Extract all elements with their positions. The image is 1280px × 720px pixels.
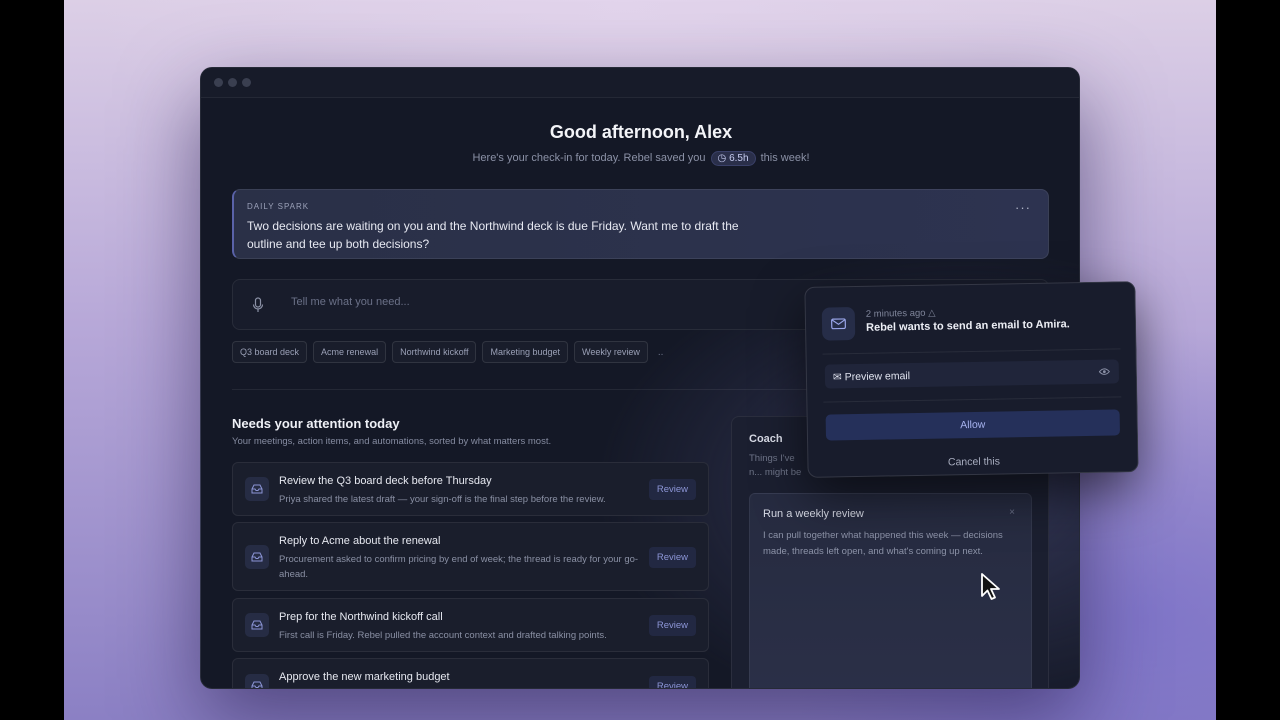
- saved-time-badge: ◷ 6.5h: [710, 151, 756, 166]
- notification-time: 2 minutes ago △: [866, 308, 936, 320]
- preview-email-row[interactable]: ✉ Preview email: [824, 359, 1120, 389]
- task-title: Prep for the Northwind kickoff call: [279, 611, 443, 623]
- review-button[interactable]: Review: [648, 479, 696, 500]
- mouse-cursor-icon: [981, 573, 1000, 600]
- inbox-icon: [245, 477, 269, 501]
- task-title: Reply to Acme about the renewal: [279, 535, 441, 547]
- letterbox-right: [1216, 0, 1280, 720]
- more-options-icon[interactable]: ···: [1015, 200, 1031, 215]
- mail-small-icon: ✉: [832, 371, 842, 384]
- chip-weekly-review[interactable]: Weekly review: [574, 341, 648, 363]
- review-button[interactable]: Review: [648, 547, 696, 568]
- checkin-subline: Here's your check-in for today. Rebel sa…: [201, 151, 1079, 166]
- inbox-icon: [245, 545, 269, 569]
- chip-northwind-kickoff[interactable]: Northwind kickoff: [392, 341, 477, 363]
- attention-title: Needs your attention today: [232, 416, 400, 431]
- task-item[interactable]: Reply to Acme about the renewal Procurem…: [232, 522, 709, 591]
- timer-icon: ◷: [717, 153, 727, 164]
- chip-marketing-budget[interactable]: Marketing budget: [482, 341, 568, 363]
- allow-button[interactable]: Allow: [825, 409, 1120, 441]
- cancel-button[interactable]: Cancel this: [808, 453, 1139, 471]
- task-item[interactable]: Review the Q3 board deck before Thursday…: [232, 462, 709, 516]
- coach-title: Coach: [749, 433, 783, 445]
- title-bar: [201, 68, 1079, 98]
- task-title: Approve the new marketing budget: [279, 671, 450, 683]
- coach-subtitle: Things I've n... might be wor...: [749, 453, 802, 482]
- preview-email-label: ✉ Preview email: [833, 370, 910, 383]
- review-button[interactable]: Review: [648, 676, 696, 688]
- attention-subtitle: Your meetings, action items, and automat…: [232, 436, 552, 447]
- subline-prefix: Here's your check-in for today. Rebel sa…: [472, 152, 706, 164]
- saved-time-value: 6.5h: [729, 153, 749, 164]
- notification-divider: [823, 396, 1122, 403]
- notification-divider: [822, 348, 1121, 355]
- chip-acme-renewal[interactable]: Acme renewal: [313, 341, 387, 363]
- task-description: First call is Friday. Rebel pulled the a…: [279, 630, 607, 641]
- microphone-icon[interactable]: [252, 297, 264, 313]
- permission-notification: 2 minutes ago △ Rebel wants to send an e…: [804, 281, 1139, 478]
- daily-spark-card[interactable]: DAILY SPARK Two decisions are waiting on…: [232, 189, 1049, 259]
- weekly-review-text: I can pull together what happened this w…: [763, 530, 1003, 557]
- suggestion-chips: Q3 board deck Acme renewal Northwind kic…: [232, 341, 663, 363]
- preview-email-text: Preview email: [844, 370, 911, 384]
- task-description: Procurement asked to confirm pricing by …: [279, 554, 639, 580]
- inbox-icon: [245, 674, 269, 688]
- chip-q3-board-deck[interactable]: Q3 board deck: [232, 341, 308, 363]
- notification-title: Rebel wants to send an email to Amira.: [865, 318, 1070, 334]
- review-button[interactable]: Review: [648, 615, 696, 636]
- warning-icon: △: [928, 307, 936, 319]
- task-item[interactable]: Prep for the Northwind kickoff call Firs…: [232, 598, 709, 652]
- letterbox-left: [0, 0, 64, 720]
- inbox-icon: [245, 613, 269, 637]
- window-zoom-dot[interactable]: [242, 78, 251, 87]
- mail-icon: [821, 307, 856, 341]
- section-divider: [232, 389, 832, 390]
- weekly-review-title: Run a weekly review: [763, 508, 864, 520]
- task-item[interactable]: Approve the new marketing budget Review: [232, 658, 709, 688]
- greeting-title: Good afternoon, Alex: [549, 122, 733, 142]
- chips-more[interactable]: ..: [658, 347, 664, 358]
- subline-suffix: this week!: [760, 152, 810, 164]
- task-description: Priya shared the latest draft — your sig…: [279, 494, 606, 505]
- daily-spark-label: DAILY SPARK: [247, 202, 310, 211]
- eye-icon[interactable]: [1098, 368, 1110, 376]
- task-title: Review the Q3 board deck before Thursday: [279, 475, 492, 487]
- close-icon[interactable]: ×: [1009, 507, 1015, 518]
- window-close-dot[interactable]: [214, 78, 223, 87]
- notification-time-text: 2 minutes ago: [865, 307, 926, 320]
- daily-spark-text: Two decisions are waiting on you and the…: [247, 219, 739, 251]
- ask-input[interactable]: [291, 296, 791, 308]
- window-minimize-dot[interactable]: [228, 78, 237, 87]
